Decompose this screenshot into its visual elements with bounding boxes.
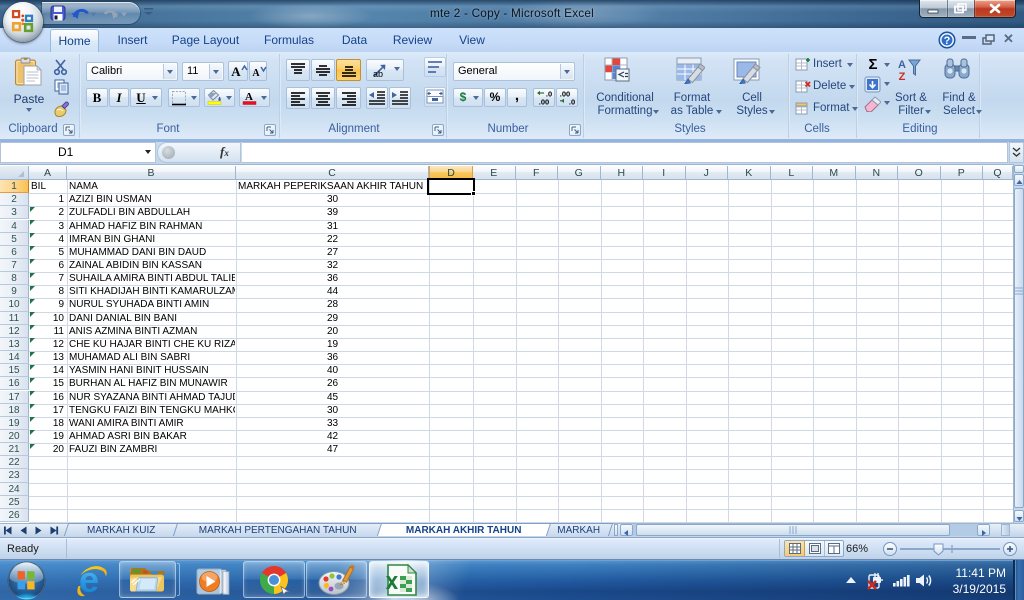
svg-text:?: ? xyxy=(944,35,951,47)
svg-text:.0: .0 xyxy=(569,98,575,107)
svg-text:A: A xyxy=(245,91,253,103)
svg-text:.00: .00 xyxy=(539,98,549,107)
svg-text:A: A xyxy=(898,59,906,71)
svg-text:Z: Z xyxy=(899,71,906,82)
svg-text:A: A xyxy=(252,68,260,79)
svg-text:ab: ab xyxy=(373,69,383,79)
svg-text:A: A xyxy=(231,64,241,79)
